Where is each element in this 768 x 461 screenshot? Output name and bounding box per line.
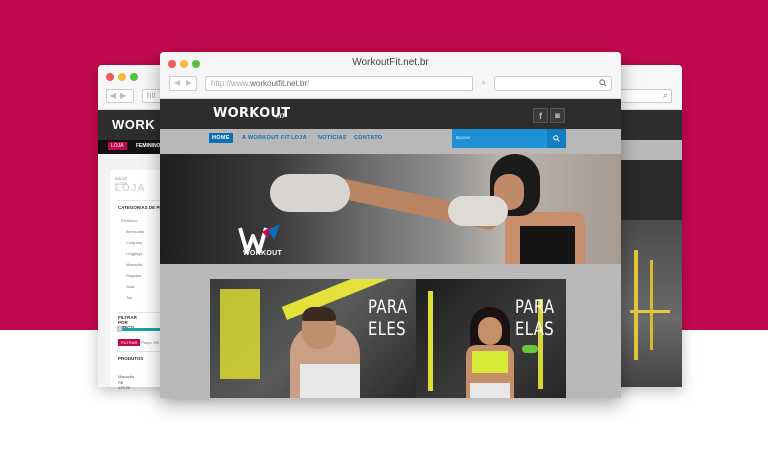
- menu-item-feminino[interactable]: FEMININO: [136, 142, 160, 150]
- site-logo[interactable]: WORK: [112, 117, 155, 132]
- product-name[interactable]: Macacão: [118, 374, 134, 379]
- divider: [117, 312, 160, 313]
- man-shirt: [300, 364, 360, 398]
- hero-top: [520, 226, 575, 264]
- banner-women-line1: PARA: [515, 296, 555, 318]
- gym-rack: [428, 291, 433, 391]
- address-bar[interactable]: http://www.workoutfit.net.br/: [205, 76, 473, 91]
- browser-window-main: WorkoutFit.net.br ◀ ▶ http://www.workout…: [160, 52, 621, 398]
- nav-item-noticias[interactable]: NOTÍCIAS: [315, 133, 350, 143]
- hero-banner[interactable]: WORKOUT: [160, 154, 621, 264]
- category-item[interactable]: Feminino: [121, 218, 137, 223]
- site-logo-suffix: FIT: [276, 114, 285, 120]
- close-dot-icon[interactable]: [106, 73, 114, 81]
- divider: [117, 200, 160, 201]
- promo-banner: PARA ELES PARA ELAS: [210, 279, 566, 398]
- browser-window-back-right: ⌕: [612, 65, 682, 387]
- url-prefix: http://www.: [211, 79, 251, 88]
- category-item[interactable]: Bermudas: [126, 229, 144, 234]
- facebook-icon[interactable]: f: [533, 108, 548, 123]
- site-menu: [612, 140, 682, 160]
- nav-item-home[interactable]: HOME: [209, 133, 233, 143]
- category-item[interactable]: Conjunto: [126, 240, 142, 245]
- photo-rack: [634, 250, 638, 360]
- minimize-dot-icon[interactable]: [118, 73, 126, 81]
- woman-face: [478, 317, 502, 345]
- instagram-icon[interactable]: ◙: [550, 108, 565, 123]
- banner-men-line2: ELES: [368, 318, 406, 340]
- site-search-button[interactable]: [547, 129, 566, 148]
- boxing-glove: [448, 196, 508, 226]
- gym-photo: [620, 160, 682, 387]
- browser-search-field[interactable]: ⌕: [612, 89, 672, 103]
- product-price: R$ 139,00: [118, 380, 131, 390]
- nav-item-contato[interactable]: CONTATO: [351, 133, 385, 143]
- price-label: Preço: R$: [141, 340, 159, 345]
- site-search-placeholder: Buscar: [456, 135, 471, 140]
- photo-wall: [620, 160, 682, 220]
- nav-item-loja[interactable]: LOJA: [288, 133, 310, 143]
- hero-logo-text: WORKOUT: [243, 250, 283, 257]
- search-icon: ⌕: [662, 90, 668, 100]
- boxing-glove: [270, 174, 350, 212]
- nav-buttons[interactable]: ◀▶: [106, 89, 134, 103]
- nav-item-a-workout-fit[interactable]: A WORKOUT FIT: [239, 133, 293, 143]
- new-tab-button[interactable]: +: [481, 76, 486, 91]
- dumbbell: [522, 345, 538, 353]
- divider: [117, 351, 160, 352]
- back-arrow-icon[interactable]: ◀: [174, 78, 180, 87]
- nav-buttons: ◀ ▶: [169, 76, 197, 91]
- category-item[interactable]: Saia: [126, 284, 134, 289]
- browser-toolbar: [612, 65, 682, 110]
- category-item[interactable]: Macacão: [126, 262, 142, 267]
- photo-bench: [630, 310, 670, 313]
- browser-search-field[interactable]: [494, 76, 612, 91]
- category-item[interactable]: Leggings: [126, 251, 142, 256]
- search-icon: [599, 79, 607, 87]
- price-slider[interactable]: [119, 328, 160, 331]
- forward-arrow-icon[interactable]: ▶: [186, 78, 192, 87]
- category-item[interactable]: Top: [126, 295, 132, 300]
- url-suffix: /: [307, 79, 310, 88]
- filter-button[interactable]: FILTRAR: [118, 339, 141, 346]
- page-title: LOJA: [115, 183, 146, 194]
- menu-item-loja[interactable]: LOJA: [108, 142, 127, 150]
- search-icon: [553, 135, 560, 142]
- url-domain: workoutfit.net.br: [250, 79, 308, 88]
- banner-women-line2: ELAS: [515, 318, 555, 340]
- photo-rack: [650, 260, 653, 350]
- products-heading: PRODUTOS: [118, 356, 144, 361]
- woman-top: [472, 351, 508, 373]
- man-hair: [302, 307, 336, 321]
- category-item[interactable]: Regatas: [126, 273, 141, 278]
- slider-handle[interactable]: [117, 326, 122, 332]
- site-header: [612, 110, 682, 140]
- banner-men-line1: PARA: [368, 296, 408, 318]
- maximize-dot-icon[interactable]: [130, 73, 138, 81]
- woman-shorts: [470, 383, 510, 398]
- gym-machine: [220, 289, 260, 379]
- window-title: WorkoutFit.net.br: [352, 57, 429, 68]
